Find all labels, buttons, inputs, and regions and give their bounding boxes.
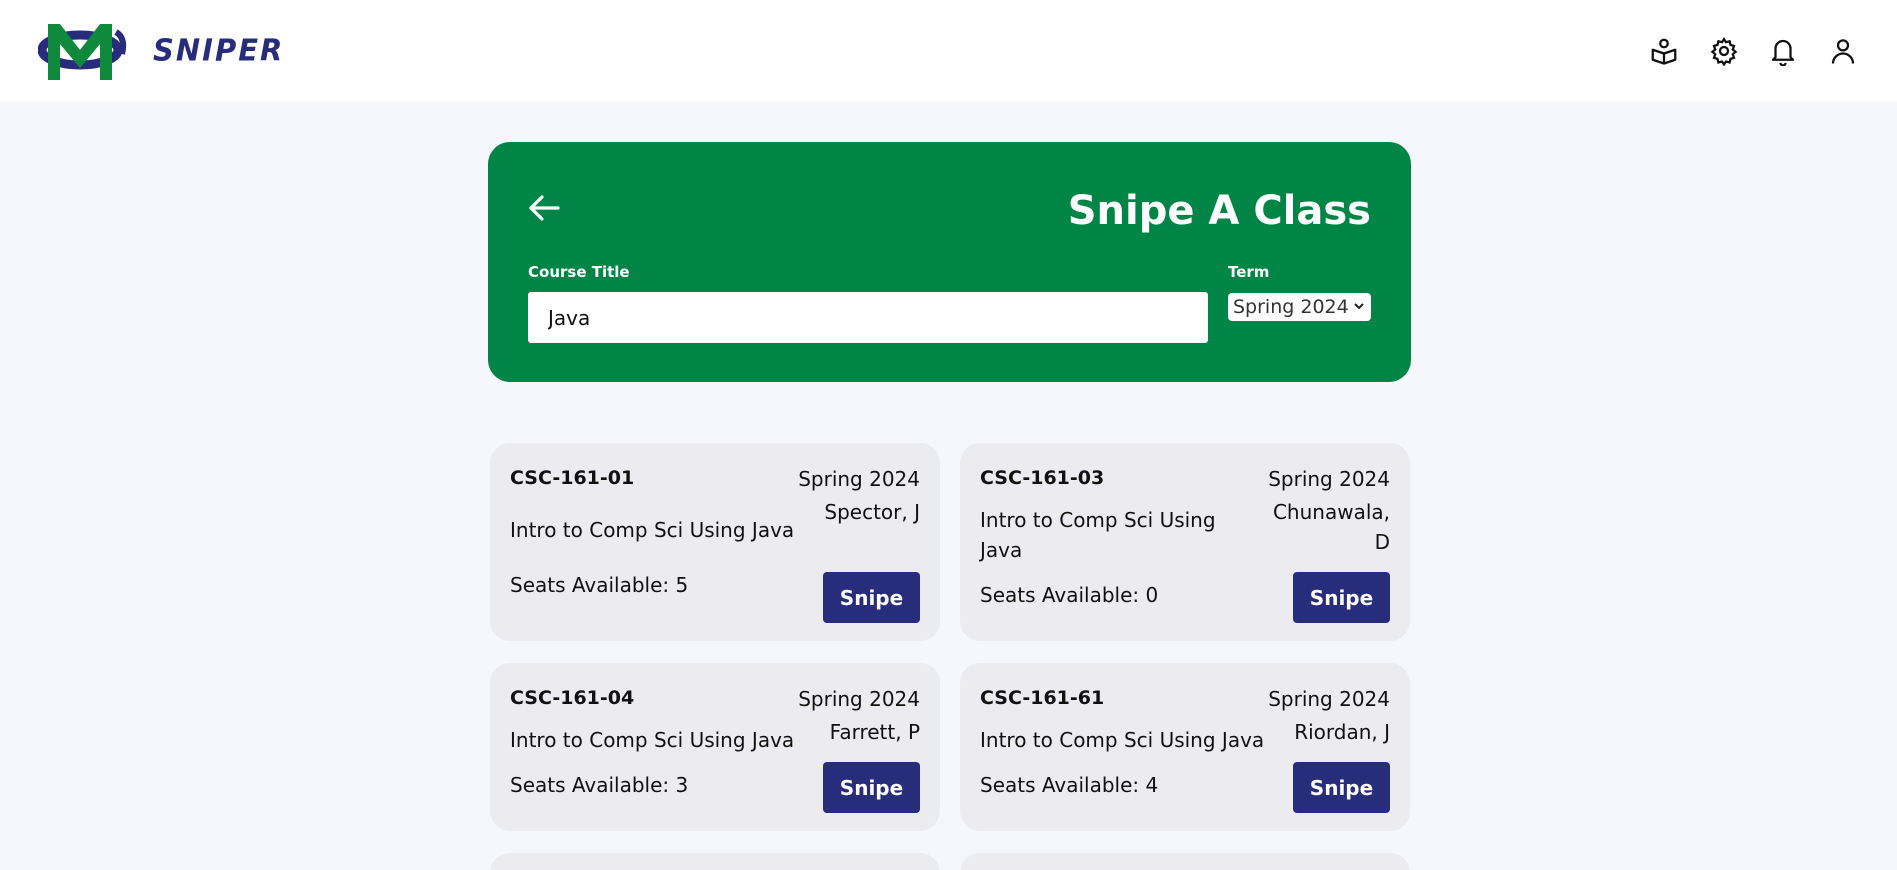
course-instructor: Riordan, J bbox=[1294, 720, 1390, 744]
top-navbar: SNIPER bbox=[0, 0, 1897, 101]
course-title-label: Course Title bbox=[528, 263, 630, 281]
gear-icon[interactable] bbox=[1706, 33, 1742, 69]
snipe-button[interactable]: Snipe bbox=[1293, 572, 1390, 623]
bell-icon[interactable] bbox=[1765, 33, 1801, 69]
seats-available: Seats Available: 5 bbox=[510, 573, 689, 597]
course-code: CSC-161-04 bbox=[510, 687, 635, 709]
course-card: CSC-161-01 Spring 2024 Spector, J Intro … bbox=[490, 443, 940, 641]
course-title: Intro to Comp Sci Using Java bbox=[980, 508, 1216, 562]
chevron-down-icon bbox=[1354, 303, 1364, 310]
course-term: Spring 2024 bbox=[798, 467, 920, 491]
course-term: Spring 2024 bbox=[1268, 467, 1390, 491]
search-panel: Snipe A Class Course Title Term Spring 2… bbox=[488, 142, 1411, 382]
course-code: CSC-161-03 bbox=[980, 467, 1105, 489]
course-code: CSC-161-01 bbox=[510, 467, 635, 489]
course-instructor: Farrett, P bbox=[829, 720, 920, 744]
seats-available: Seats Available: 4 bbox=[980, 773, 1159, 797]
course-instructor: Spector, J bbox=[824, 500, 920, 524]
snipe-button[interactable]: Snipe bbox=[823, 762, 920, 813]
course-card: CSC-161-61 Spring 2024 Riordan, J Intro … bbox=[960, 663, 1410, 831]
seats-available: Seats Available: 0 bbox=[980, 583, 1159, 607]
mc-logo[interactable] bbox=[38, 20, 128, 84]
course-title: Intro to Comp Sci Using Java bbox=[510, 728, 795, 752]
seats-available: Seats Available: 3 bbox=[510, 773, 689, 797]
term-label: Term bbox=[1228, 263, 1270, 281]
course-term: Spring 2024 bbox=[1268, 687, 1390, 711]
user-icon[interactable] bbox=[1825, 33, 1861, 69]
page-title: Snipe A Class bbox=[1067, 188, 1371, 234]
book-reader-icon[interactable] bbox=[1646, 33, 1682, 69]
course-term: Spring 2024 bbox=[798, 687, 920, 711]
course-code: CSC-161-61 bbox=[980, 687, 1105, 709]
course-card bbox=[490, 853, 940, 870]
course-title-input[interactable] bbox=[528, 292, 1208, 343]
brand-name: SNIPER bbox=[153, 32, 285, 68]
back-arrow-icon[interactable] bbox=[526, 192, 562, 224]
term-selected-value: Spring 2024 bbox=[1233, 296, 1349, 318]
course-card bbox=[960, 853, 1410, 870]
snipe-button[interactable]: Snipe bbox=[823, 572, 920, 623]
course-card: CSC-161-03 Spring 2024 Chunawala, D Intr… bbox=[960, 443, 1410, 641]
term-select[interactable]: Spring 2024 bbox=[1228, 293, 1371, 321]
snipe-button[interactable]: Snipe bbox=[1293, 762, 1390, 813]
course-instructor: Chunawala, D bbox=[1272, 500, 1390, 554]
course-card: CSC-161-04 Spring 2024 Farrett, P Intro … bbox=[490, 663, 940, 831]
course-title: Intro to Comp Sci Using Java bbox=[980, 728, 1265, 752]
course-title: Intro to Comp Sci Using Java bbox=[510, 518, 795, 542]
